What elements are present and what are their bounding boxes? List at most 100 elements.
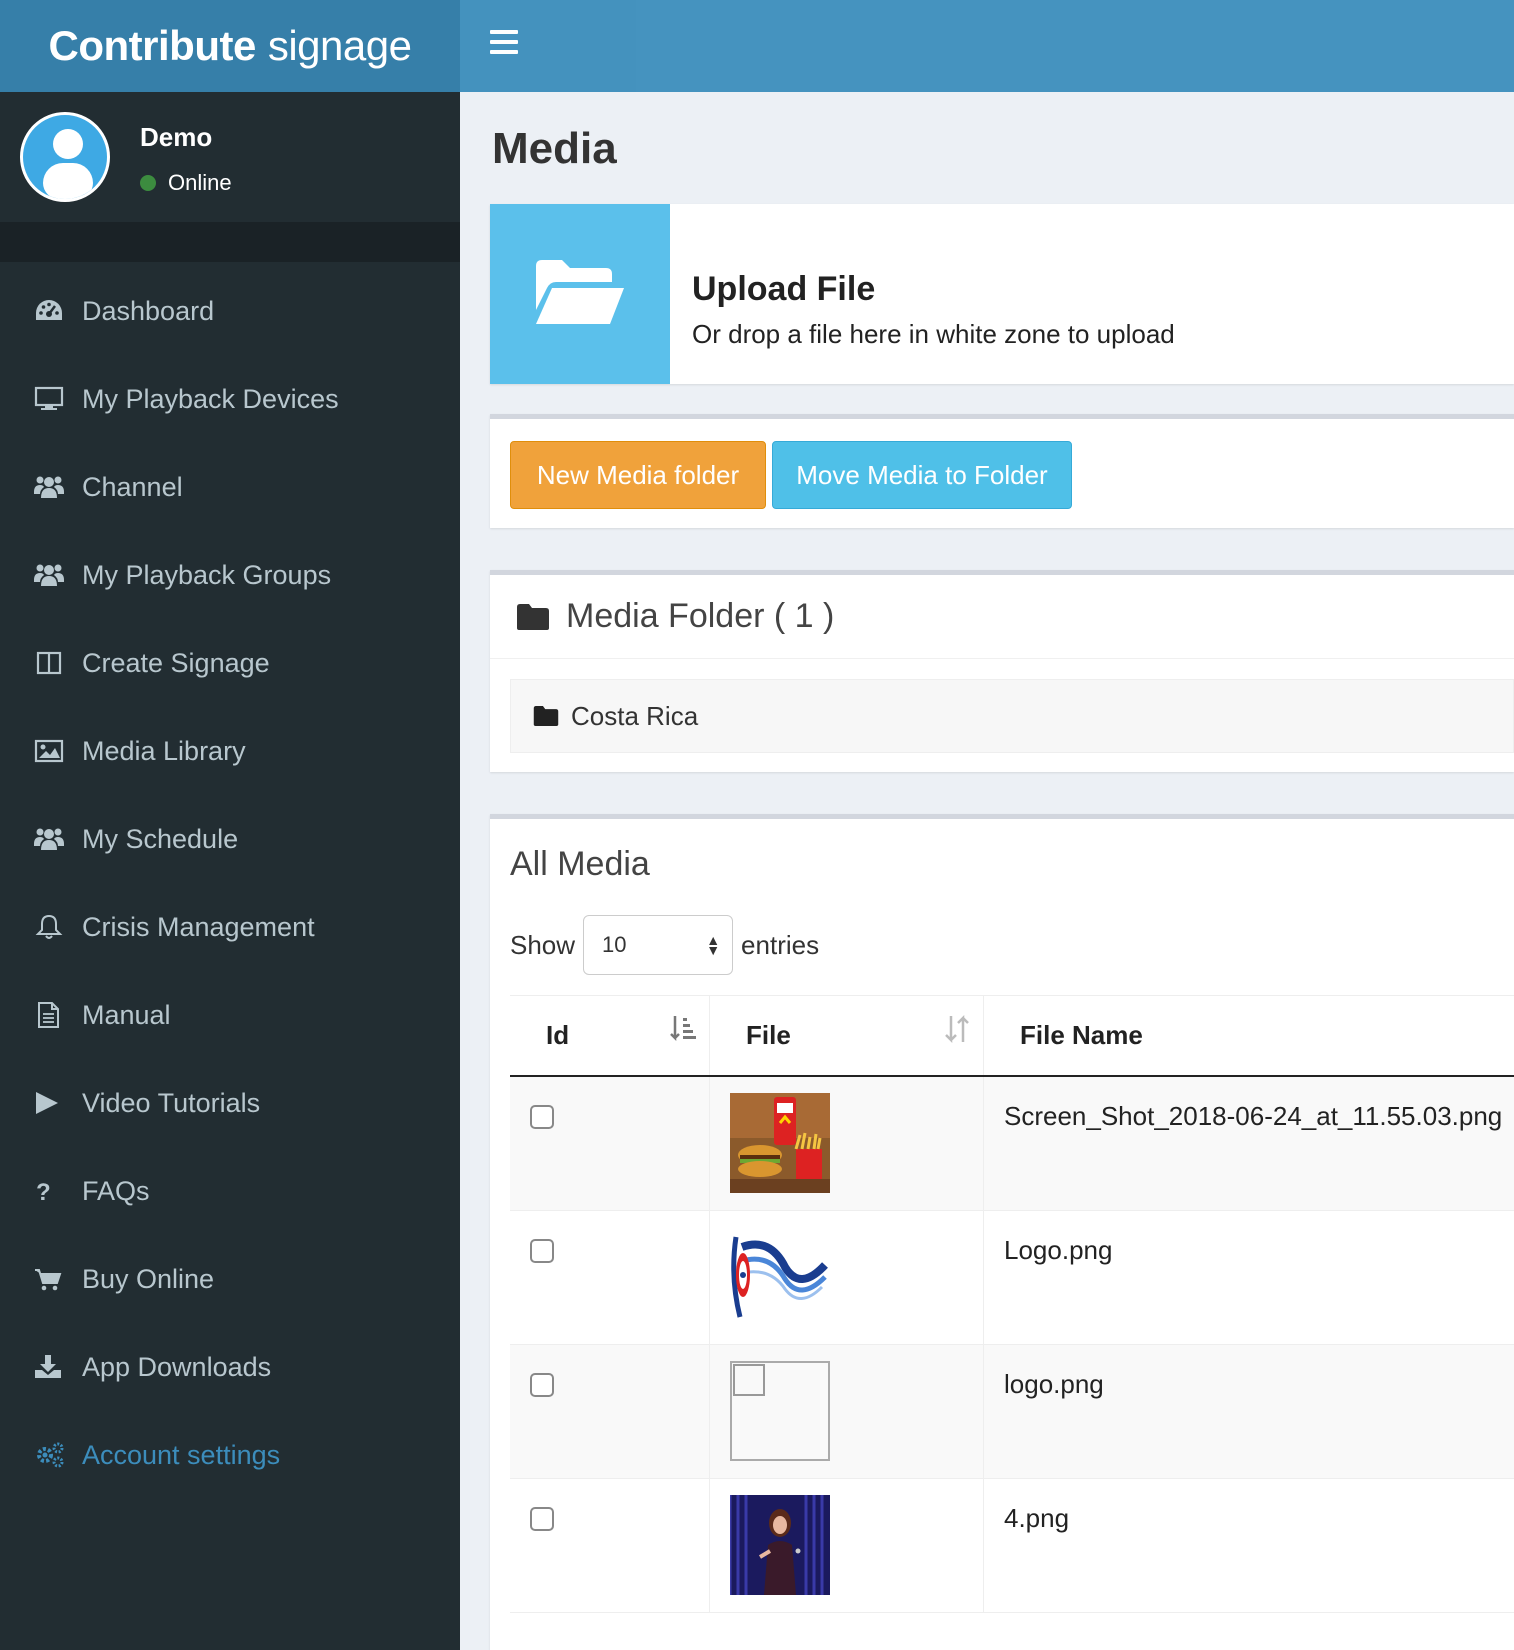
row-checkbox[interactable] (530, 1373, 554, 1397)
new-media-folder-button[interactable]: New Media folder (510, 441, 766, 509)
sidebar-item-label: Crisis Management (82, 911, 315, 942)
download-icon (34, 1354, 82, 1380)
sidebar-item-label: Channel (82, 471, 183, 502)
sidebar-item-label: Create Signage (82, 647, 270, 678)
sidebar-item-label: My Playback Groups (82, 559, 332, 590)
broken-image-thumbnail[interactable] (730, 1361, 830, 1461)
performer-photo-thumbnail[interactable] (730, 1495, 830, 1595)
media-table: Id File File Name Screen_Shot_2018-06-24… (510, 995, 1514, 1613)
sidebar: Contribute signage Demo Online Dashboard… (0, 0, 460, 1650)
svg-text:?: ? (36, 1179, 51, 1204)
sidebar-item-playback-groups[interactable]: My Playback Groups (0, 531, 460, 619)
column-label: File Name (1020, 1020, 1143, 1050)
sidebar-item-crisis-management[interactable]: Crisis Management (0, 883, 460, 971)
sidebar-divider (0, 222, 460, 262)
sidebar-item-manual[interactable]: Manual (0, 971, 460, 1059)
gears-icon (34, 1441, 82, 1469)
sidebar-item-label: Dashboard (82, 295, 215, 326)
upload-subtitle: Or drop a file here in white zone to upl… (692, 319, 1175, 349)
image-icon (34, 738, 82, 764)
row-checkbox[interactable] (530, 1507, 554, 1531)
online-dot-icon (140, 175, 156, 191)
avatar (20, 112, 110, 202)
sidebar-item-app-downloads[interactable]: App Downloads (0, 1323, 460, 1411)
sidebar-item-create-signage[interactable]: Create Signage (0, 619, 460, 707)
main-content: Media Upload File Or drop a file here in… (460, 92, 1514, 1650)
columns-icon (34, 650, 82, 676)
column-label: Id (546, 1020, 570, 1050)
sidebar-item-channel[interactable]: Channel (0, 443, 460, 531)
sidebar-nav: Dashboard My Playback Devices Channel My… (0, 262, 460, 1499)
folder-open-icon (536, 260, 624, 324)
sidebar-item-label: My Schedule (82, 823, 239, 854)
folder-icon (516, 603, 550, 631)
food-photo-thumbnail[interactable] (730, 1093, 830, 1193)
media-folder-box: Media Folder ( 1 ) Costa Rica (490, 570, 1514, 772)
select-arrows-icon: ▲ ▼ (706, 932, 721, 958)
users-icon (34, 562, 82, 588)
sidebar-item-my-schedule[interactable]: My Schedule (0, 795, 460, 883)
user-panel: Demo Online (0, 92, 460, 222)
all-media-box: All Media Show 10 ▲ ▼ entries Id File Fi… (490, 814, 1514, 1650)
sidebar-item-video-tutorials[interactable]: Video Tutorials (0, 1059, 460, 1147)
brand-logo[interactable]: Contribute signage (0, 0, 460, 92)
folder-item-label: Costa Rica (571, 700, 699, 731)
file-name-cell: logo.png (1004, 1369, 1104, 1399)
file-name-cell: Screen_Shot_2018-06-24_at_11.55.03.png (1004, 1101, 1503, 1131)
top-navbar (460, 0, 1514, 92)
brand-bold: Contribute (48, 22, 257, 69)
users-icon (34, 474, 82, 500)
page-title: Media (492, 124, 617, 173)
sidebar-item-account-settings[interactable]: Account settings (0, 1411, 460, 1499)
column-header-file[interactable]: File (710, 996, 984, 1075)
file-name-cell: 4.png (1004, 1503, 1070, 1533)
flag-logo-thumbnail[interactable] (730, 1227, 830, 1327)
file-name-cell: Logo.png (1004, 1235, 1113, 1265)
bell-icon (34, 914, 82, 940)
sidebar-item-playback-devices[interactable]: My Playback Devices (0, 355, 460, 443)
sort-both-icon (943, 1014, 971, 1044)
entries-label: entries (741, 929, 820, 960)
table-row[interactable]: Screen_Shot_2018-06-24_at_11.55.03.png (510, 1077, 1514, 1211)
table-row[interactable]: logo.png (510, 1345, 1514, 1479)
table-row[interactable]: Logo.png (510, 1211, 1514, 1345)
media-folder-header: Media Folder ( 1 ) (490, 575, 1514, 659)
row-checkbox[interactable] (530, 1105, 554, 1129)
move-media-to-folder-button[interactable]: Move Media to Folder (772, 441, 1072, 509)
show-label: Show (510, 929, 576, 960)
sidebar-item-buy-online[interactable]: Buy Online (0, 1235, 460, 1323)
document-icon (34, 1001, 82, 1029)
sidebar-item-faqs[interactable]: ? FAQs (0, 1147, 460, 1235)
brand-light: signage (267, 22, 412, 69)
user-status-label: Online (168, 170, 232, 195)
question-icon: ? (34, 1178, 82, 1204)
upload-tile (490, 204, 670, 384)
users-icon (34, 826, 82, 852)
page-size-select[interactable]: 10 ▲ ▼ (583, 915, 734, 975)
sort-asc-icon (669, 1014, 697, 1044)
all-media-heading: All Media (510, 845, 650, 883)
sidebar-item-label: App Downloads (82, 1351, 272, 1382)
play-icon (34, 1090, 82, 1116)
column-header-file-name[interactable]: File Name (984, 996, 1514, 1075)
upload-title: Upload File (692, 270, 876, 308)
upload-dropzone[interactable]: Upload File Or drop a file here in white… (490, 204, 1514, 384)
monitor-icon (34, 386, 82, 412)
menu-toggle-icon[interactable] (490, 30, 518, 54)
sidebar-item-label: My Playback Devices (82, 383, 339, 414)
sidebar-item-label: FAQs (82, 1175, 150, 1206)
cart-icon (34, 1266, 82, 1292)
folder-item-costa-rica[interactable]: Costa Rica (510, 679, 1514, 753)
sidebar-item-media-library[interactable]: Media Library (0, 707, 460, 795)
folder-icon (533, 705, 559, 727)
table-row[interactable]: 4.png (510, 1479, 1514, 1613)
row-checkbox[interactable] (530, 1239, 554, 1263)
media-folder-heading: Media Folder ( 1 ) (566, 597, 835, 635)
user-name: Demo (140, 122, 213, 152)
sidebar-item-label: Account settings (82, 1439, 281, 1470)
user-status: Online (140, 170, 232, 196)
column-header-id[interactable]: Id (510, 996, 710, 1075)
sidebar-item-label: Media Library (82, 735, 246, 766)
sidebar-item-dashboard[interactable]: Dashboard (0, 267, 460, 355)
column-label: File (746, 1020, 791, 1050)
